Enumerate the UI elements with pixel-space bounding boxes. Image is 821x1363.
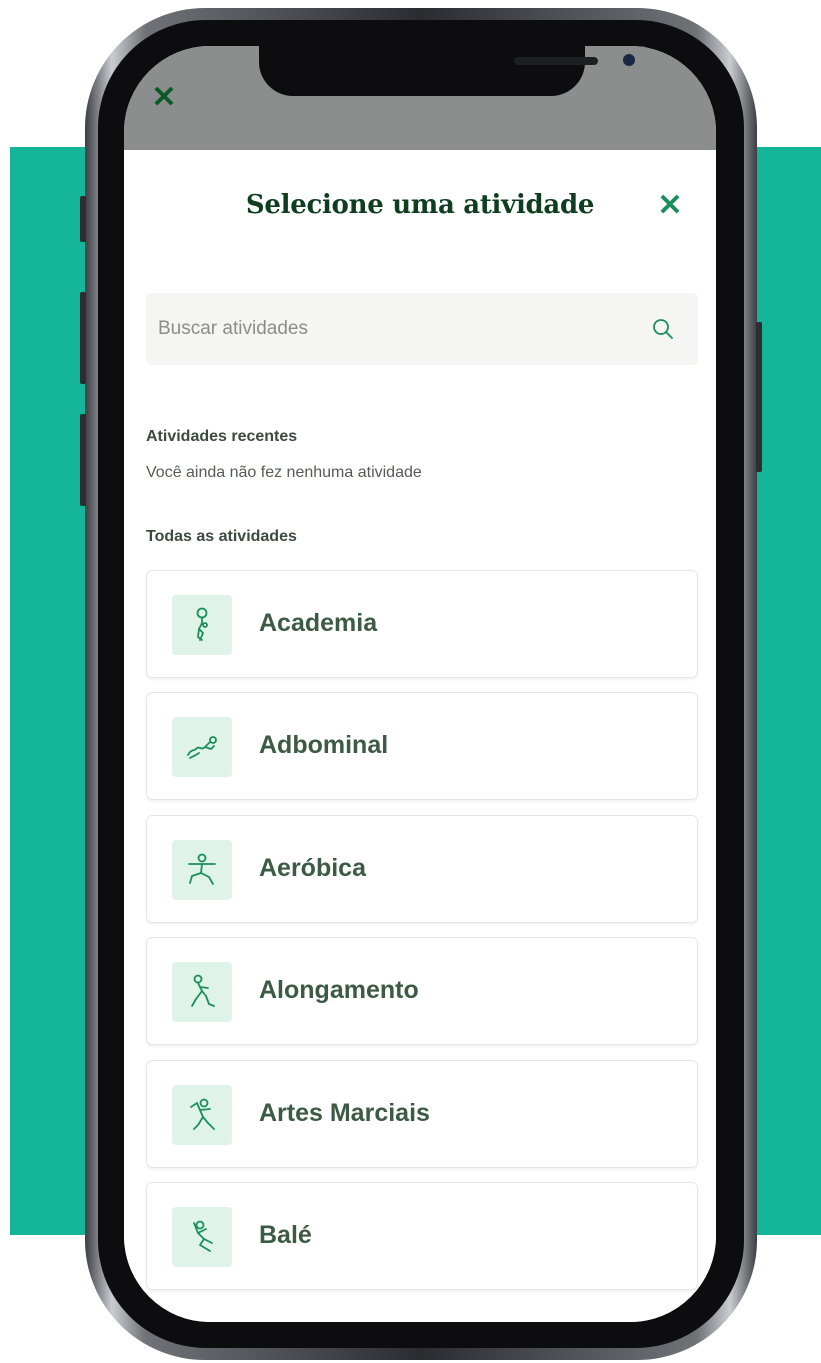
aerobics-icon bbox=[172, 840, 232, 900]
activity-label: Adbominal bbox=[259, 731, 389, 759]
speaker bbox=[514, 57, 598, 65]
activity-card-bale[interactable]: Balé bbox=[146, 1182, 698, 1290]
front-camera bbox=[623, 54, 635, 66]
search-input[interactable] bbox=[158, 293, 638, 365]
activity-label: Aeróbica bbox=[259, 854, 366, 882]
notch bbox=[259, 46, 635, 96]
activity-label: Alongamento bbox=[259, 976, 419, 1004]
close-icon[interactable]: ✕ bbox=[148, 82, 180, 114]
stretching-icon bbox=[172, 962, 232, 1022]
activity-card-adbominal[interactable]: Adbominal bbox=[146, 692, 698, 800]
ballet-icon bbox=[172, 1207, 232, 1267]
activity-card-aerobica[interactable]: Aeróbica bbox=[146, 815, 698, 923]
phone-power-button bbox=[756, 322, 762, 472]
activity-sheet: Selecione uma atividade ✕ Atividades rec… bbox=[124, 150, 716, 1322]
activity-label: Academia bbox=[259, 609, 378, 637]
close-icon[interactable]: ✕ bbox=[654, 188, 686, 224]
martial-arts-icon bbox=[172, 1085, 232, 1145]
phone-volume-down bbox=[80, 414, 86, 506]
activity-card-academia[interactable]: Academia bbox=[146, 570, 698, 678]
recent-activities-empty: Você ainda não fez nenhuma atividade bbox=[146, 464, 422, 481]
activity-label: Artes Marciais bbox=[259, 1099, 430, 1127]
search-icon[interactable] bbox=[652, 318, 674, 340]
phone-volume-up bbox=[80, 292, 86, 384]
phone-screen: ✕ Selecione uma atividade ✕ Atividades r… bbox=[124, 46, 716, 1322]
recent-activities-heading: Atividades recentes bbox=[146, 428, 298, 445]
all-activities-heading: Todas as atividades bbox=[146, 528, 297, 545]
phone-silent-switch bbox=[80, 196, 86, 242]
sheet-title: Selecione uma atividade bbox=[245, 190, 595, 220]
search-box[interactable] bbox=[146, 293, 698, 365]
abdominal-icon bbox=[172, 717, 232, 777]
activity-label: Balé bbox=[259, 1221, 312, 1249]
weightlifting-icon bbox=[172, 595, 232, 655]
activity-card-artes-marciais[interactable]: Artes Marciais bbox=[146, 1060, 698, 1168]
activity-card-alongamento[interactable]: Alongamento bbox=[146, 937, 698, 1045]
